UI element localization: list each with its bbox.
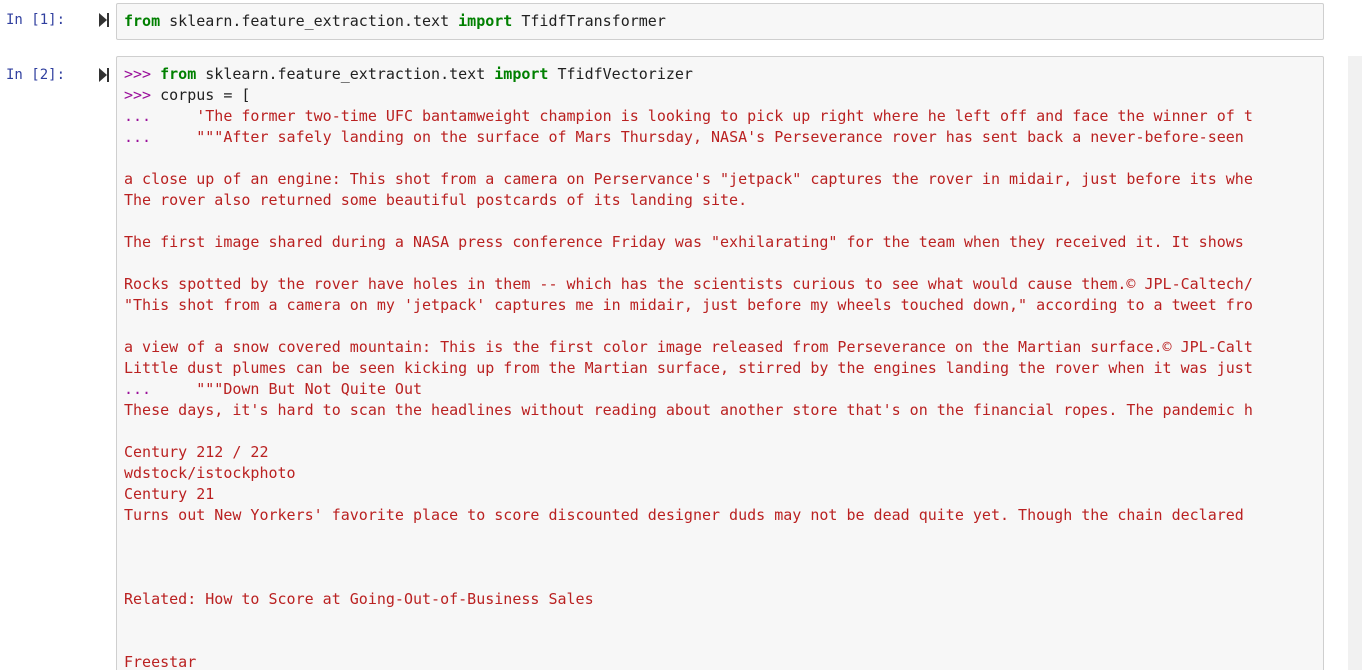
code-line: The first image shared during a NASA pre… <box>124 232 1244 253</box>
code-token: import <box>458 12 513 30</box>
code-line: Freestar <box>124 652 196 670</box>
code-line: ... 'The former two-time UFC bantamweigh… <box>124 106 1253 127</box>
code-token: ... <box>124 107 197 125</box>
code-token: >>> <box>124 65 161 83</box>
cell-prompt: In [1]: <box>6 12 66 28</box>
code-token: ... <box>124 128 197 146</box>
run-cell-icon[interactable] <box>98 12 110 28</box>
code-line: Related: How to Score at Going-Out-of-Bu… <box>124 589 594 610</box>
code-token: 'The former two-time UFC bantamweight ch… <box>196 107 1253 125</box>
code-token: """After safely landing on the surface o… <box>196 128 1244 146</box>
code-token: "This shot from a camera on my 'jetpack'… <box>124 296 1253 314</box>
code-token: Little dust plumes can be seen kicking u… <box>124 359 1253 377</box>
code-token: TfidfTransformer <box>512 12 666 30</box>
code-line: The rover also returned some beautiful p… <box>124 190 747 211</box>
code-line: a close up of an engine: This shot from … <box>124 169 1253 190</box>
code-editor[interactable]: from sklearn.feature_extraction.text imp… <box>116 3 1324 40</box>
code-token: Freestar <box>124 653 197 670</box>
code-token: from <box>160 65 197 83</box>
code-token: TfidfVectorizer <box>548 65 693 83</box>
code-token: """Down But Not Quite Out <box>196 380 423 398</box>
cell-prompt: In [2]: <box>6 67 66 83</box>
code-token: Turns out New Yorkers' favorite place to… <box>124 506 1244 524</box>
code-line: from sklearn.feature_extraction.text imp… <box>124 11 666 32</box>
notebook-cell-1: In [1]: from sklearn.feature_extraction.… <box>0 0 1362 46</box>
code-editor[interactable]: >>> from sklearn.feature_extraction.text… <box>116 56 1324 670</box>
code-line: a view of a snow covered mountain: This … <box>124 337 1253 358</box>
code-line: >>> from sklearn.feature_extraction.text… <box>124 64 693 85</box>
code-token: a close up of an engine: This shot from … <box>124 170 1253 188</box>
code-line: Century 212 / 22 <box>124 442 269 463</box>
code-line: wdstock/istockphoto <box>124 463 296 484</box>
code-token: corpus = [ <box>160 86 251 104</box>
code-token: import <box>494 65 549 83</box>
code-token: The first image shared during a NASA pre… <box>124 233 1244 251</box>
code-token: Century 21 <box>124 485 215 503</box>
code-line: Rocks spotted by the rover have holes in… <box>124 274 1253 295</box>
notebook-cell-2: In [2]: >>> from sklearn.feature_extract… <box>0 56 1362 670</box>
code-token: sklearn.feature_extraction.text <box>160 12 459 30</box>
code-token: These days, it's hard to scan the headli… <box>124 401 1253 419</box>
code-token: ... <box>124 380 197 398</box>
code-token: Century 212 / 22 <box>124 443 269 461</box>
code-token: wdstock/istockphoto <box>124 464 296 482</box>
code-token: a view of a snow covered mountain: This … <box>124 338 1253 356</box>
code-line: Century 21 <box>124 484 214 505</box>
code-token: Related: How to Score at Going-Out-of-Bu… <box>124 590 594 608</box>
code-line: ... """Down But Not Quite Out <box>124 379 422 400</box>
run-cell-icon[interactable] <box>98 67 110 83</box>
code-token: The rover also returned some beautiful p… <box>124 191 748 209</box>
code-token: sklearn.feature_extraction.text <box>196 65 495 83</box>
code-token: Rocks spotted by the rover have holes in… <box>124 275 1253 293</box>
code-line: ... """After safely landing on the surfa… <box>124 127 1244 148</box>
code-line: Little dust plumes can be seen kicking u… <box>124 358 1253 379</box>
code-token: >>> <box>124 86 161 104</box>
code-line: These days, it's hard to scan the headli… <box>124 400 1253 421</box>
code-line: Turns out New Yorkers' favorite place to… <box>124 505 1244 526</box>
code-line: >>> corpus = [ <box>124 85 250 106</box>
code-line: "This shot from a camera on my 'jetpack'… <box>124 295 1253 316</box>
code-token: from <box>124 12 161 30</box>
page-scrollbar[interactable] <box>1348 56 1362 670</box>
